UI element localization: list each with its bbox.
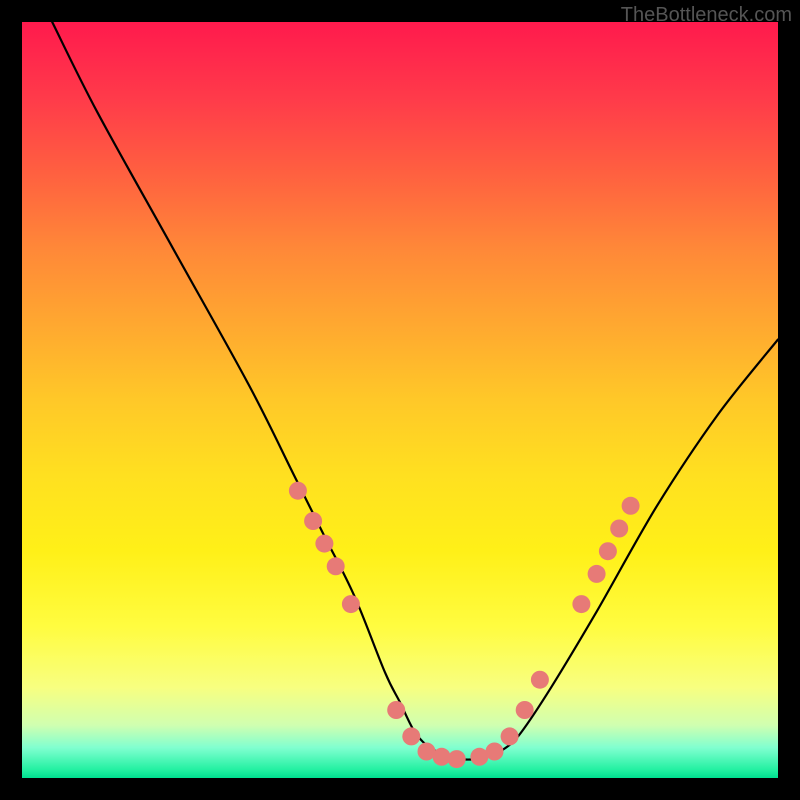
curve-marker bbox=[501, 727, 519, 745]
curve-markers bbox=[289, 482, 640, 768]
curve-marker bbox=[516, 701, 534, 719]
curve-marker bbox=[599, 542, 617, 560]
curve-marker bbox=[387, 701, 405, 719]
curve-marker bbox=[433, 748, 451, 766]
curve-marker bbox=[610, 520, 628, 538]
curve-marker bbox=[402, 727, 420, 745]
curve-marker bbox=[588, 565, 606, 583]
curve-marker bbox=[622, 497, 640, 515]
watermark-text: TheBottleneck.com bbox=[621, 4, 792, 27]
curve-marker bbox=[304, 512, 322, 530]
chart-svg bbox=[22, 22, 778, 778]
bottleneck-curve-path bbox=[52, 22, 778, 760]
curve-marker bbox=[289, 482, 307, 500]
curve-marker bbox=[486, 743, 504, 761]
curve-marker bbox=[327, 557, 345, 575]
curve-marker bbox=[448, 750, 466, 768]
curve-marker bbox=[531, 671, 549, 689]
chart-container: TheBottleneck.com bbox=[0, 0, 800, 800]
curve-marker bbox=[572, 595, 590, 613]
plot-area bbox=[22, 22, 778, 778]
curve-marker bbox=[315, 535, 333, 553]
curve-marker bbox=[342, 595, 360, 613]
